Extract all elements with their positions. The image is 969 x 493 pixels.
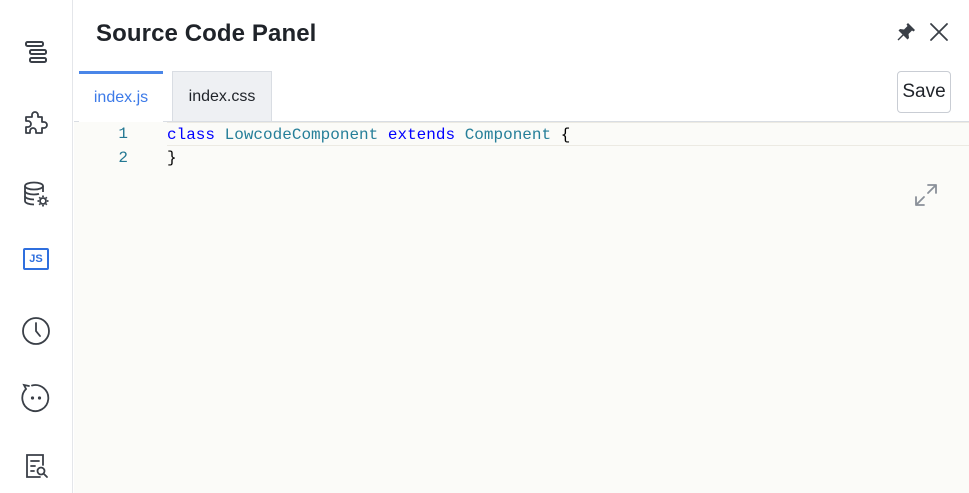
assistant-face-icon[interactable] bbox=[18, 379, 54, 415]
js-icon-label: JS bbox=[23, 248, 49, 270]
code-line-content[interactable]: class LowcodeComponent extends Component… bbox=[167, 122, 969, 146]
panel-title: Source Code Panel bbox=[96, 20, 317, 47]
code-token: Component bbox=[464, 126, 552, 144]
left-icon-rail: JS bbox=[0, 0, 73, 493]
code-editor[interactable]: 1 class LowcodeComponent extends Compone… bbox=[74, 122, 969, 493]
code-token: { bbox=[551, 126, 571, 144]
history-clock-icon[interactable] bbox=[18, 313, 54, 349]
source-code-panel: Source Code Panel index.js index.css Sav… bbox=[74, 0, 969, 493]
outline-tree-icon[interactable] bbox=[18, 34, 54, 70]
code-line-content[interactable]: } bbox=[167, 146, 969, 170]
pin-icon[interactable] bbox=[894, 20, 918, 44]
code-token: LowcodeComponent bbox=[224, 126, 379, 144]
line-number: 1 bbox=[118, 125, 128, 143]
tab-index-js[interactable]: index.js bbox=[79, 71, 163, 122]
code-token: class bbox=[167, 126, 216, 144]
save-button[interactable]: Save bbox=[897, 71, 951, 113]
code-token: extends bbox=[387, 126, 456, 144]
expand-icon[interactable] bbox=[913, 182, 939, 208]
search-document-icon[interactable] bbox=[18, 448, 54, 484]
code-token: } bbox=[167, 149, 177, 167]
components-puzzle-icon[interactable] bbox=[18, 105, 54, 141]
code-line: 1 class LowcodeComponent extends Compone… bbox=[74, 122, 969, 146]
close-icon[interactable] bbox=[927, 20, 951, 44]
file-tabs: index.js index.css bbox=[74, 70, 969, 122]
data-source-icon[interactable] bbox=[18, 176, 54, 212]
line-number: 2 bbox=[118, 149, 128, 167]
tab-index-css[interactable]: index.css bbox=[172, 71, 272, 121]
js-icon[interactable]: JS bbox=[18, 241, 54, 277]
code-line: 2 } bbox=[74, 146, 969, 170]
